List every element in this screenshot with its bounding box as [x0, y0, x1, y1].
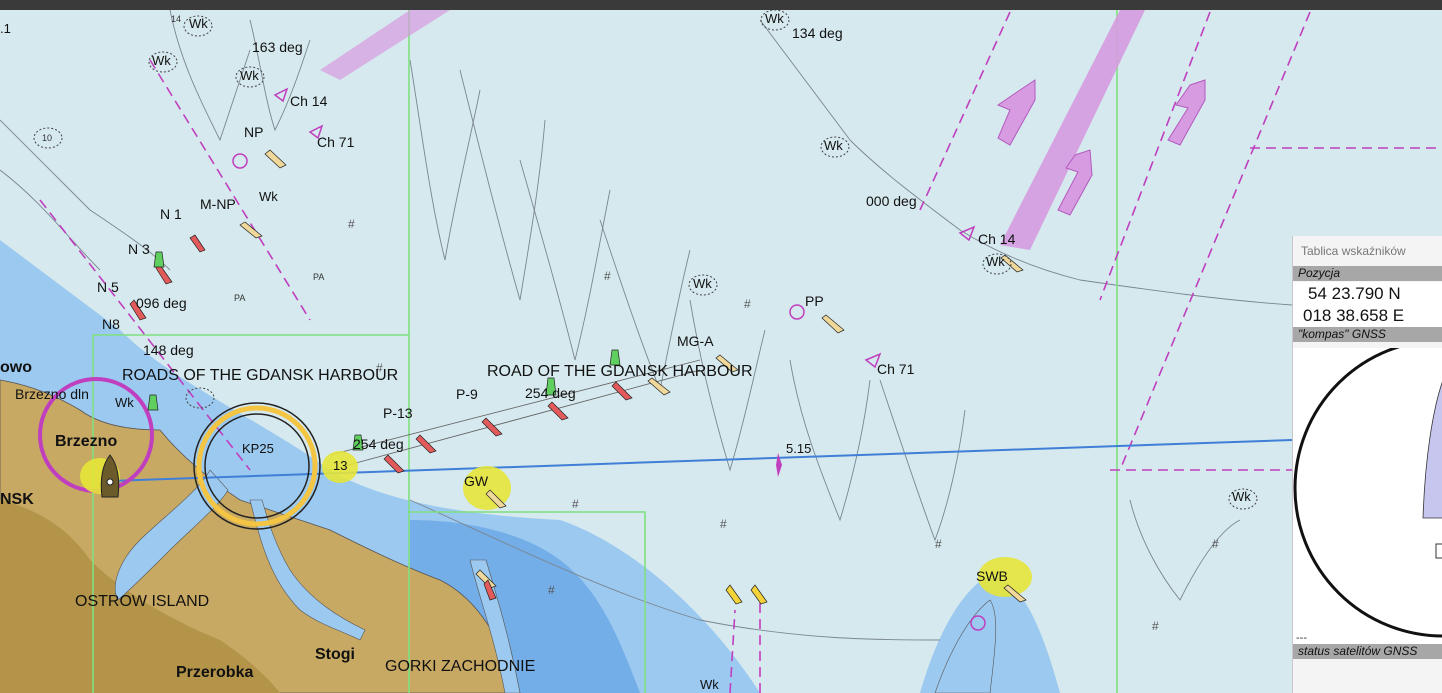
anchorage-label: PA	[313, 272, 325, 282]
bearing-label: 148 deg	[143, 342, 194, 358]
place-label: Brzezno	[55, 433, 118, 450]
buoy-label: P-9	[456, 386, 478, 402]
buoy-label: N 5	[97, 279, 119, 295]
area-label: ROAD OF THE GDANSK HARBOUR	[487, 363, 753, 380]
buoy-label: N 3	[128, 241, 150, 257]
position-section-header: Pozycja	[1293, 266, 1442, 281]
area-label: ROADS OF THE GDANSK HARBOUR	[122, 367, 399, 384]
buoy-label: GW	[464, 473, 489, 489]
svg-text:#: #	[348, 217, 355, 231]
compass-dial	[1293, 338, 1442, 638]
wreck-label: Wk	[824, 138, 843, 153]
buoy-label: N 1	[160, 206, 182, 222]
wreck-label: Wk	[152, 53, 171, 68]
svg-text:#: #	[548, 583, 555, 597]
channel-label: Ch 71	[877, 361, 915, 377]
svg-text:#: #	[572, 497, 579, 511]
depth-contour-label: .1	[0, 21, 11, 36]
panel-title: Tablica wskaźników	[1301, 244, 1406, 258]
wreck-label: Wk	[115, 395, 134, 410]
anchorage-label: PA	[234, 293, 246, 303]
depth-contour-label: 14	[171, 14, 182, 24]
satellite-status-header: status satelitów GNSS	[1293, 644, 1442, 659]
wreck-label: Wk	[693, 276, 712, 291]
place-label: OSTROW ISLAND	[75, 593, 210, 610]
bearing-label: 096 deg	[136, 295, 187, 311]
latitude-value: 54 23.790 N	[1308, 284, 1401, 303]
depth-contour-label: 10	[42, 133, 53, 143]
window-top-bar	[0, 0, 1442, 10]
depth-label: 5.15	[786, 441, 812, 456]
svg-text:#: #	[744, 297, 751, 311]
svg-text:#: #	[604, 269, 611, 283]
wreck-label: Wk	[240, 68, 259, 83]
place-label: NSK	[0, 491, 34, 508]
status-placeholder: ---	[1296, 632, 1307, 644]
bearing-label: 134 deg	[792, 25, 843, 41]
instrument-panel[interactable]: Tablica wskaźników Pozycja 54 23.790 N 0…	[1292, 236, 1442, 693]
buoy-label: SWB	[976, 568, 1008, 584]
place-label: Przerobka	[176, 664, 254, 681]
bearing-label: 254 deg	[353, 436, 404, 452]
svg-text:#: #	[1212, 537, 1219, 551]
wreck-label: Wk	[765, 11, 784, 26]
wreck-label: Wk	[986, 254, 1005, 269]
place-label: Stogi	[315, 646, 355, 663]
buoy-label: M-NP	[200, 196, 236, 212]
channel-label: Ch 14	[978, 231, 1016, 247]
channel-label: Ch 71	[317, 134, 355, 150]
svg-text:#: #	[720, 517, 727, 531]
buoy-label: KP25	[242, 441, 274, 456]
wreck-label: Wk	[700, 677, 719, 692]
bearing-label: 254 deg	[525, 385, 576, 401]
buoy-label: P-13	[383, 405, 413, 421]
buoy-label: N8	[102, 316, 120, 332]
compass-section-header: "kompas" GNSS	[1293, 327, 1442, 342]
place-label: GORKI ZACHODNIE	[385, 658, 536, 675]
place-label: Brzezno dln	[15, 386, 89, 402]
buoy-label: 13	[333, 458, 348, 473]
buoy-label: NP	[244, 124, 264, 140]
svg-text:#: #	[935, 537, 942, 551]
longitude-value: 018 38.658 E	[1303, 306, 1405, 325]
bearing-label: 163 deg	[252, 39, 303, 55]
svg-text:#: #	[1152, 619, 1159, 633]
bearing-label: 000 deg	[866, 193, 917, 209]
place-label: owo	[0, 359, 32, 376]
wreck-label: Wk	[1232, 489, 1251, 504]
channel-label: Ch 14	[290, 93, 328, 109]
compass-area	[1293, 338, 1442, 644]
wreck-label: Wk	[259, 189, 278, 204]
wreck-label: Wk	[189, 16, 208, 31]
buoy-label: PP	[805, 293, 824, 309]
nautical-chart[interactable]: # # # # # # # # # #	[0, 10, 1442, 693]
buoy-label: MG-A	[677, 333, 714, 349]
